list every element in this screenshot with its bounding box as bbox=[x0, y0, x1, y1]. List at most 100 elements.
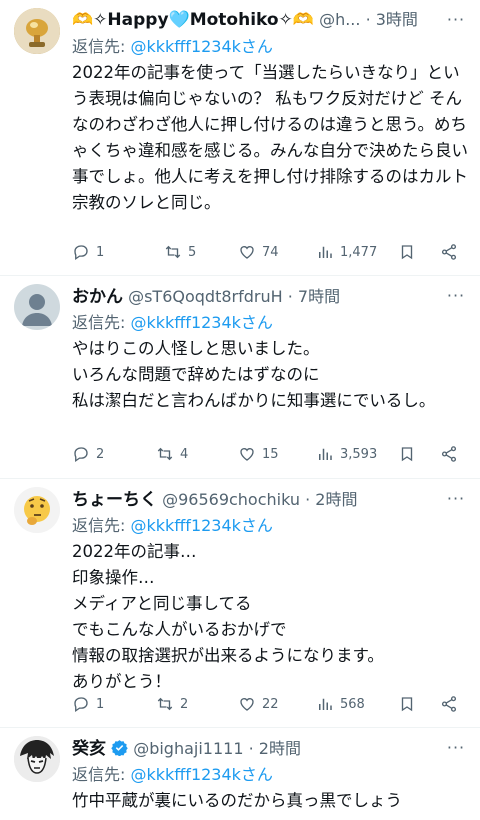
reply-count: 1 bbox=[96, 696, 105, 712]
retweet-icon bbox=[157, 697, 173, 711]
views-icon bbox=[319, 448, 332, 460]
avatar[interactable] bbox=[14, 487, 60, 533]
share-icon bbox=[441, 446, 457, 462]
reply-icon bbox=[74, 447, 88, 463]
views-icon bbox=[319, 698, 332, 710]
view-count: 3,593 bbox=[340, 446, 378, 462]
display-name[interactable]: 🫶✧Happy🩵Motohiko✧🫶 bbox=[72, 10, 314, 30]
views-button[interactable]: 3,593 bbox=[316, 444, 377, 464]
tweet-text: 2022年の記事を使って「当選したらいきなり」という表現は偏向じゃないの？ 私も… bbox=[72, 63, 468, 212]
tweet-2[interactable]: おかん @sT6Qoqdt8rfdruH · 7時間 ··· 返信先: @kkk… bbox=[0, 276, 480, 478]
replying-to: 返信先: @kkkfff1234kさん bbox=[72, 761, 273, 785]
reply-count: 2 bbox=[96, 446, 105, 462]
tweet-4[interactable]: 癸亥 @bighaji1111 · 2時間 ··· 返信先: @kkkfff12… bbox=[0, 728, 480, 820]
user-handle[interactable]: @96569chochiku bbox=[162, 490, 300, 509]
view-count: 568 bbox=[340, 696, 365, 712]
manga-portrait-icon bbox=[14, 736, 60, 782]
retweet-button[interactable]: 2 bbox=[156, 694, 188, 714]
more-options-icon[interactable]: ··· bbox=[444, 736, 468, 760]
replying-to: 返信先: @kkkfff1234kさん bbox=[72, 512, 273, 536]
views-button[interactable]: 1,477 bbox=[316, 242, 377, 262]
tweet-header: ちょーちく @96569chochiku · 2時間 bbox=[72, 485, 466, 511]
reply-prefix: 返信先: bbox=[72, 313, 131, 332]
share-icon bbox=[441, 696, 457, 712]
reply-button[interactable]: 1 bbox=[72, 242, 104, 262]
bookmark-button[interactable] bbox=[398, 694, 416, 714]
tweet-3[interactable]: ちょーちく @96569chochiku · 2時間 ··· 返信先: @kkk… bbox=[0, 479, 480, 727]
reply-mention[interactable]: @kkkfff1234kさん bbox=[130, 37, 272, 56]
replying-to: 返信先: @kkkfff1234kさん bbox=[72, 33, 273, 57]
tweet-header: おかん @sT6Qoqdt8rfdruH · 7時間 bbox=[72, 282, 466, 308]
views-icon bbox=[319, 246, 332, 258]
like-button[interactable]: 15 bbox=[238, 444, 279, 464]
like-count: 74 bbox=[262, 244, 279, 260]
share-button[interactable] bbox=[440, 444, 458, 464]
reply-mention[interactable]: @kkkfff1234kさん bbox=[130, 765, 272, 784]
tweet-1[interactable]: 🫶✧Happy🩵Motohiko✧🫶 @h... · 3時間 ··· 返信先: … bbox=[0, 0, 480, 275]
display-name[interactable]: ちょーちく bbox=[72, 490, 157, 510]
reply-prefix: 返信先: bbox=[72, 765, 131, 784]
reply-icon bbox=[74, 245, 88, 261]
timestamp[interactable]: · 2時間 bbox=[305, 490, 357, 509]
reply-mention[interactable]: @kkkfff1234kさん bbox=[130, 516, 272, 535]
display-name[interactable]: おかん bbox=[72, 287, 123, 307]
reply-mention[interactable]: @kkkfff1234kさん bbox=[130, 313, 272, 332]
replying-to: 返信先: @kkkfff1234kさん bbox=[72, 309, 273, 333]
user-handle[interactable]: @sT6Qoqdt8rfdruH bbox=[128, 287, 283, 306]
retweet-count: 4 bbox=[180, 446, 189, 462]
more-options-icon[interactable]: ··· bbox=[444, 284, 468, 308]
bookmark-icon bbox=[401, 447, 413, 462]
reply-icon bbox=[74, 697, 88, 713]
tweet-actions: 1 2 22 568 bbox=[72, 694, 466, 714]
retweet-icon bbox=[157, 447, 173, 461]
like-count: 22 bbox=[262, 696, 279, 712]
tweet-header: 癸亥 @bighaji1111 · 2時間 bbox=[72, 734, 466, 760]
bookmark-icon bbox=[401, 245, 413, 260]
tweet-actions: 2 4 15 3,593 bbox=[72, 444, 466, 464]
user-handle[interactable]: @bighaji1111 bbox=[133, 739, 243, 758]
reply-button[interactable]: 2 bbox=[72, 444, 104, 464]
like-button[interactable]: 74 bbox=[238, 242, 279, 262]
heart-icon bbox=[240, 698, 254, 711]
retweet-icon bbox=[165, 245, 181, 259]
bookmark-button[interactable] bbox=[398, 242, 416, 262]
avatar[interactable] bbox=[14, 284, 60, 330]
user-handle[interactable]: @h... bbox=[319, 10, 360, 29]
more-options-icon[interactable]: ··· bbox=[444, 8, 468, 32]
tweet-header: 🫶✧Happy🩵Motohiko✧🫶 @h... · 3時間 bbox=[72, 6, 466, 32]
reply-count: 1 bbox=[96, 244, 105, 260]
timestamp[interactable]: · 3時間 bbox=[366, 10, 418, 29]
avatar[interactable] bbox=[14, 8, 60, 54]
default-user-icon bbox=[22, 294, 52, 326]
view-count: 1,477 bbox=[340, 244, 378, 260]
share-button[interactable] bbox=[440, 694, 458, 714]
bookmark-button[interactable] bbox=[398, 444, 416, 464]
more-options-icon[interactable]: ··· bbox=[444, 487, 468, 511]
display-name[interactable]: 癸亥 bbox=[72, 739, 106, 759]
reply-button[interactable]: 1 bbox=[72, 694, 104, 714]
retweet-button[interactable]: 4 bbox=[156, 444, 188, 464]
like-button[interactable]: 22 bbox=[238, 694, 279, 714]
thinking-face-icon bbox=[14, 487, 60, 533]
share-button[interactable] bbox=[440, 242, 458, 262]
share-icon bbox=[441, 244, 457, 260]
timestamp[interactable]: · 7時間 bbox=[288, 287, 340, 306]
tweet-text: やはりこの人怪しと思いました。 いろんな問題で辞めたはずなのに 私は潔白だと言わ… bbox=[72, 339, 436, 410]
reply-prefix: 返信先: bbox=[72, 37, 131, 56]
tweet-text: 竹中平蔵が裏にいるのだから真っ黒でしょう bbox=[72, 791, 402, 810]
golden-trophy-icon bbox=[14, 8, 60, 54]
tweet-actions: 1 5 74 1,477 bbox=[72, 242, 466, 262]
heart-icon bbox=[240, 246, 254, 259]
reply-prefix: 返信先: bbox=[72, 516, 131, 535]
tweet-text: 2022年の記事… 印象操作… メディアと同じ事してる でもこんな人がいるおかげ… bbox=[72, 542, 384, 691]
timestamp[interactable]: · 2時間 bbox=[249, 739, 301, 758]
heart-icon bbox=[240, 448, 254, 461]
views-button[interactable]: 568 bbox=[316, 694, 365, 714]
verified-badge-icon bbox=[111, 740, 128, 757]
retweet-count: 2 bbox=[180, 696, 189, 712]
like-count: 15 bbox=[262, 446, 279, 462]
retweet-count: 5 bbox=[188, 244, 197, 260]
bookmark-icon bbox=[401, 697, 413, 712]
avatar[interactable] bbox=[14, 736, 60, 782]
retweet-button[interactable]: 5 bbox=[164, 242, 196, 262]
